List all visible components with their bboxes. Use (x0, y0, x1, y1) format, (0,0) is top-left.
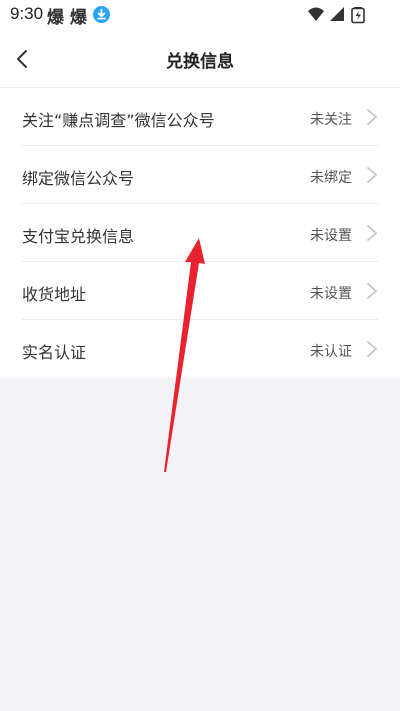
battery-icon (351, 7, 365, 24)
app-notification-icon: 爆 (70, 8, 87, 28)
app-notification-icon: 爆 (47, 8, 64, 28)
status-indicators (308, 7, 365, 24)
list-item-real-name-verification[interactable]: 实名认证 未认证 (0, 320, 400, 378)
list-item-status: 未认证 (310, 344, 352, 360)
list-item-status: 未绑定 (310, 170, 352, 186)
list-item-status: 未设置 (310, 286, 352, 302)
chevron-right-icon (367, 109, 377, 125)
chevron-right-icon (367, 167, 377, 183)
exchange-info-list: 关注“赚点调查”微信公众号 未关注 绑定微信公众号 未绑定 支付宝兑换信息 未设… (0, 88, 400, 378)
chevron-right-icon (367, 283, 377, 299)
header: 兑换信息 (0, 30, 400, 88)
page-title: 兑换信息 (166, 52, 234, 72)
list-item-shipping-address[interactable]: 收货地址 未设置 (0, 262, 400, 320)
list-item-follow-official-account[interactable]: 关注“赚点调查”微信公众号 未关注 (0, 88, 400, 146)
list-item-label: 支付宝兑换信息 (22, 227, 135, 246)
chevron-right-icon (367, 341, 377, 357)
list-item-label: 关注“赚点调查”微信公众号 (22, 111, 215, 130)
list-item-label: 收货地址 (22, 285, 87, 304)
download-icon (93, 6, 110, 23)
list-item-bind-wechat[interactable]: 绑定微信公众号 未绑定 (0, 146, 400, 204)
status-time: 9:30 (10, 4, 44, 23)
list-item-label: 绑定微信公众号 (22, 169, 135, 188)
wifi-icon (308, 7, 324, 21)
chevron-right-icon (367, 225, 377, 241)
list-item-alipay-info[interactable]: 支付宝兑换信息 未设置 (0, 204, 400, 262)
list-item-label: 实名认证 (22, 343, 87, 362)
list-item-status: 未关注 (310, 112, 352, 128)
status-bar: 9:30 爆 爆 (0, 0, 400, 30)
screen: 9:30 爆 爆 兑换信息 关注“赚点调查”微信公众号 未关注 绑定微信公众号 … (0, 0, 400, 711)
signal-icon (330, 7, 344, 21)
list-item-status: 未设置 (310, 228, 352, 244)
